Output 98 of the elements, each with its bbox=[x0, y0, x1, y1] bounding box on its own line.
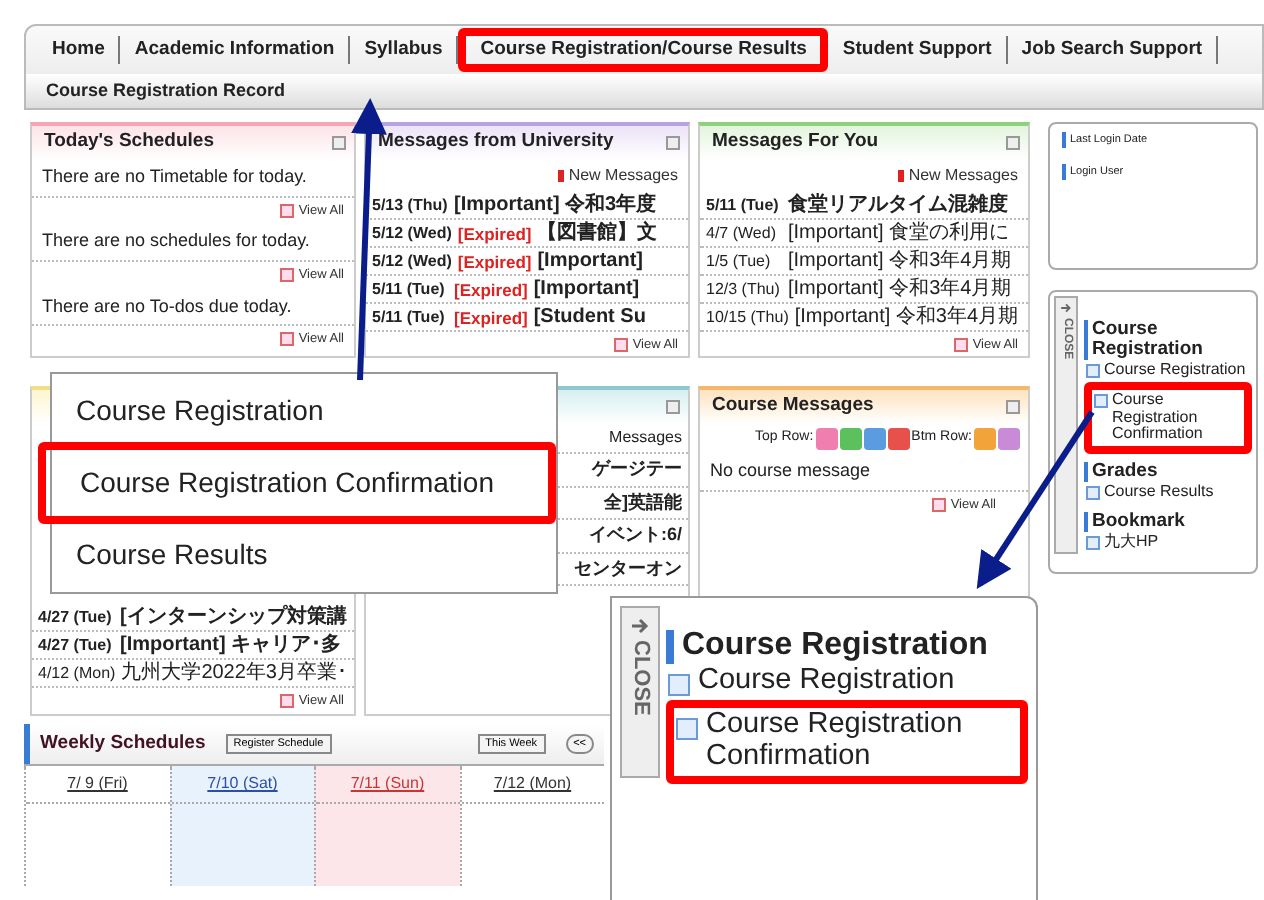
category-chip-icon[interactable] bbox=[998, 428, 1020, 450]
message-row[interactable]: 5/11 (Tue) [Expired] [Important] bbox=[366, 276, 688, 304]
message-row[interactable]: 4/27 (Tue) [Important] キャリア･多 bbox=[32, 632, 354, 660]
category-chip-icon[interactable] bbox=[974, 428, 996, 450]
message-subject: 【図書館】文 bbox=[537, 221, 658, 245]
nav-tab[interactable]: Student Support bbox=[828, 35, 1008, 65]
panel-title: Course Messages bbox=[712, 392, 874, 421]
message-date: 5/11 (Tue) bbox=[706, 193, 781, 217]
message-row[interactable]: 4/12 (Mon) 九州大学2022年3月卒業･ bbox=[32, 660, 354, 688]
minimize-icon[interactable] bbox=[1006, 136, 1020, 150]
menu-heading: Course Registration bbox=[666, 630, 1028, 664]
marker-icon bbox=[1062, 164, 1066, 181]
category-chip-icon[interactable] bbox=[887, 428, 910, 450]
menu-link[interactable]: Course Registration bbox=[666, 663, 1028, 700]
category-chip-icon[interactable] bbox=[863, 428, 886, 450]
message-date: 12/3 (Thu) bbox=[706, 277, 782, 301]
view-all-icon bbox=[280, 268, 295, 283]
menu-heading: Course Registration bbox=[1084, 320, 1252, 360]
message-subject: [Important] bbox=[537, 249, 643, 273]
new-indicator-icon bbox=[898, 170, 905, 182]
nav-tab[interactable]: Course Registration/Course Results bbox=[458, 27, 829, 73]
schedule-text: There are no schedules for today. bbox=[32, 224, 354, 262]
message-row[interactable]: 4/27 (Tue) [インターンシップ対策講 bbox=[32, 604, 354, 632]
view-all-icon bbox=[954, 338, 969, 353]
marker-icon bbox=[1062, 132, 1066, 149]
message-subject: [Important] 食堂の利用に bbox=[788, 221, 1010, 245]
message-subject: 食堂リアルタイム混雑度 bbox=[788, 193, 1008, 217]
menu-link[interactable]: Course Results bbox=[1084, 482, 1252, 504]
message-date: 1/5 (Tue) bbox=[706, 249, 773, 273]
menu-link[interactable]: Course Registration bbox=[1084, 359, 1252, 382]
message-date: 5/11 (Tue) bbox=[372, 277, 447, 301]
panel-title: Messages For You bbox=[712, 128, 879, 157]
message-row[interactable]: 5/13 (Thu) [Important] 令和3年度 bbox=[366, 192, 688, 220]
message-row[interactable]: 10/15 (Thu) [Important] 令和3年4月期 bbox=[700, 304, 1028, 332]
menu-heading: Grades bbox=[1084, 462, 1252, 483]
message-date: 5/13 (Thu) bbox=[372, 193, 448, 217]
weekly-title: Weekly Schedules bbox=[40, 730, 206, 758]
message-row[interactable]: 5/12 (Wed) [Expired] 【図書館】文 bbox=[366, 220, 688, 248]
arrow-icon bbox=[1060, 302, 1072, 314]
menu-heading: Bookmark bbox=[1084, 511, 1252, 532]
panel-title: Messages from University bbox=[378, 128, 614, 157]
message-date: 5/12 (Wed) bbox=[372, 249, 452, 273]
minimize-icon[interactable] bbox=[332, 136, 346, 150]
message-row[interactable]: 5/12 (Wed) [Expired] [Important] bbox=[366, 248, 688, 276]
message-date: 4/12 (Mon) bbox=[38, 661, 116, 685]
dropdown-item[interactable]: Course Registration Confirmation bbox=[38, 442, 556, 524]
new-indicator-icon bbox=[558, 170, 565, 182]
new-messages-label: New Messages bbox=[908, 164, 1018, 188]
message-row[interactable]: 5/11 (Tue) 食堂リアルタイム混雑度 bbox=[700, 192, 1028, 220]
message-row[interactable]: 4/7 (Wed) [Important] 食堂の利用に bbox=[700, 220, 1028, 248]
minimize-icon[interactable] bbox=[666, 400, 680, 414]
subnav-link[interactable]: Course Registration Record bbox=[46, 77, 286, 105]
message-subject: [Important] bbox=[533, 277, 640, 301]
minimize-icon[interactable] bbox=[1006, 400, 1020, 414]
empty-message-text: No course message bbox=[700, 454, 1028, 491]
menu-link[interactable]: 九大HP bbox=[1084, 531, 1252, 554]
message-subject: [Important] 令和3年4月期 bbox=[788, 277, 1012, 301]
schedule-text: There are no To-dos due today. bbox=[32, 289, 354, 326]
day-link[interactable]: 7/12 (Mon) bbox=[461, 766, 604, 805]
message-date: 4/27 (Tue) bbox=[38, 633, 114, 657]
message-subject: [Important] キャリア･多 bbox=[120, 633, 342, 657]
message-date: 4/27 (Tue) bbox=[38, 605, 114, 629]
arrow-icon bbox=[630, 616, 650, 636]
menu-link[interactable]: Course Registration Confirmation bbox=[1084, 381, 1252, 455]
menu-link[interactable]: Course Registration Confirmation bbox=[666, 699, 1028, 784]
message-row[interactable]: 5/11 (Tue) [Expired] [Student Su bbox=[366, 304, 688, 332]
message-subject: [Student Su bbox=[533, 305, 646, 329]
message-date: 4/7 (Wed) bbox=[706, 221, 778, 245]
close-tab[interactable]: CLOSE bbox=[620, 606, 660, 778]
expired-label: [Expired] bbox=[457, 221, 532, 245]
minimize-icon[interactable] bbox=[666, 136, 680, 150]
category-chip-icon[interactable] bbox=[815, 428, 838, 450]
message-subject: [Important] 令和3年4月期 bbox=[788, 249, 1012, 273]
message-date: 10/15 (Thu) bbox=[706, 305, 789, 329]
message-date: 5/11 (Tue) bbox=[372, 305, 447, 329]
message-subject: [Important] 令和3年4月期 bbox=[794, 305, 1019, 329]
message-subject: [Important] 令和3年度 bbox=[454, 193, 657, 217]
expired-label: [Expired] bbox=[457, 249, 532, 273]
schedule-text: There are no Timetable for today. bbox=[32, 160, 354, 197]
message-subject: [インターンシップ対策講 bbox=[120, 605, 347, 629]
nav-tab[interactable]: Syllabus bbox=[350, 35, 459, 65]
panel-title: Today's Schedules bbox=[44, 128, 214, 157]
new-messages-label: New Messages bbox=[568, 164, 678, 188]
nav-tab[interactable]: Home bbox=[38, 35, 121, 65]
nav-tab[interactable]: Job Search Support bbox=[1007, 35, 1219, 65]
expired-label: [Expired] bbox=[454, 305, 528, 329]
view-all-icon bbox=[280, 694, 295, 709]
message-row[interactable]: 12/3 (Thu) [Important] 令和3年4月期 bbox=[700, 276, 1028, 304]
message-subject: 九州大学2022年3月卒業･ bbox=[121, 661, 347, 685]
expired-label: [Expired] bbox=[454, 277, 528, 301]
view-all-icon bbox=[280, 332, 295, 347]
view-all-icon bbox=[280, 203, 295, 218]
category-chip-icon[interactable] bbox=[839, 428, 862, 450]
nav-tab[interactable]: Academic Information bbox=[120, 35, 351, 65]
view-all-icon bbox=[932, 497, 947, 512]
view-all-icon bbox=[614, 338, 629, 353]
message-row[interactable]: 1/5 (Tue) [Important] 令和3年4月期 bbox=[700, 248, 1028, 276]
message-date: 5/12 (Wed) bbox=[372, 221, 452, 245]
